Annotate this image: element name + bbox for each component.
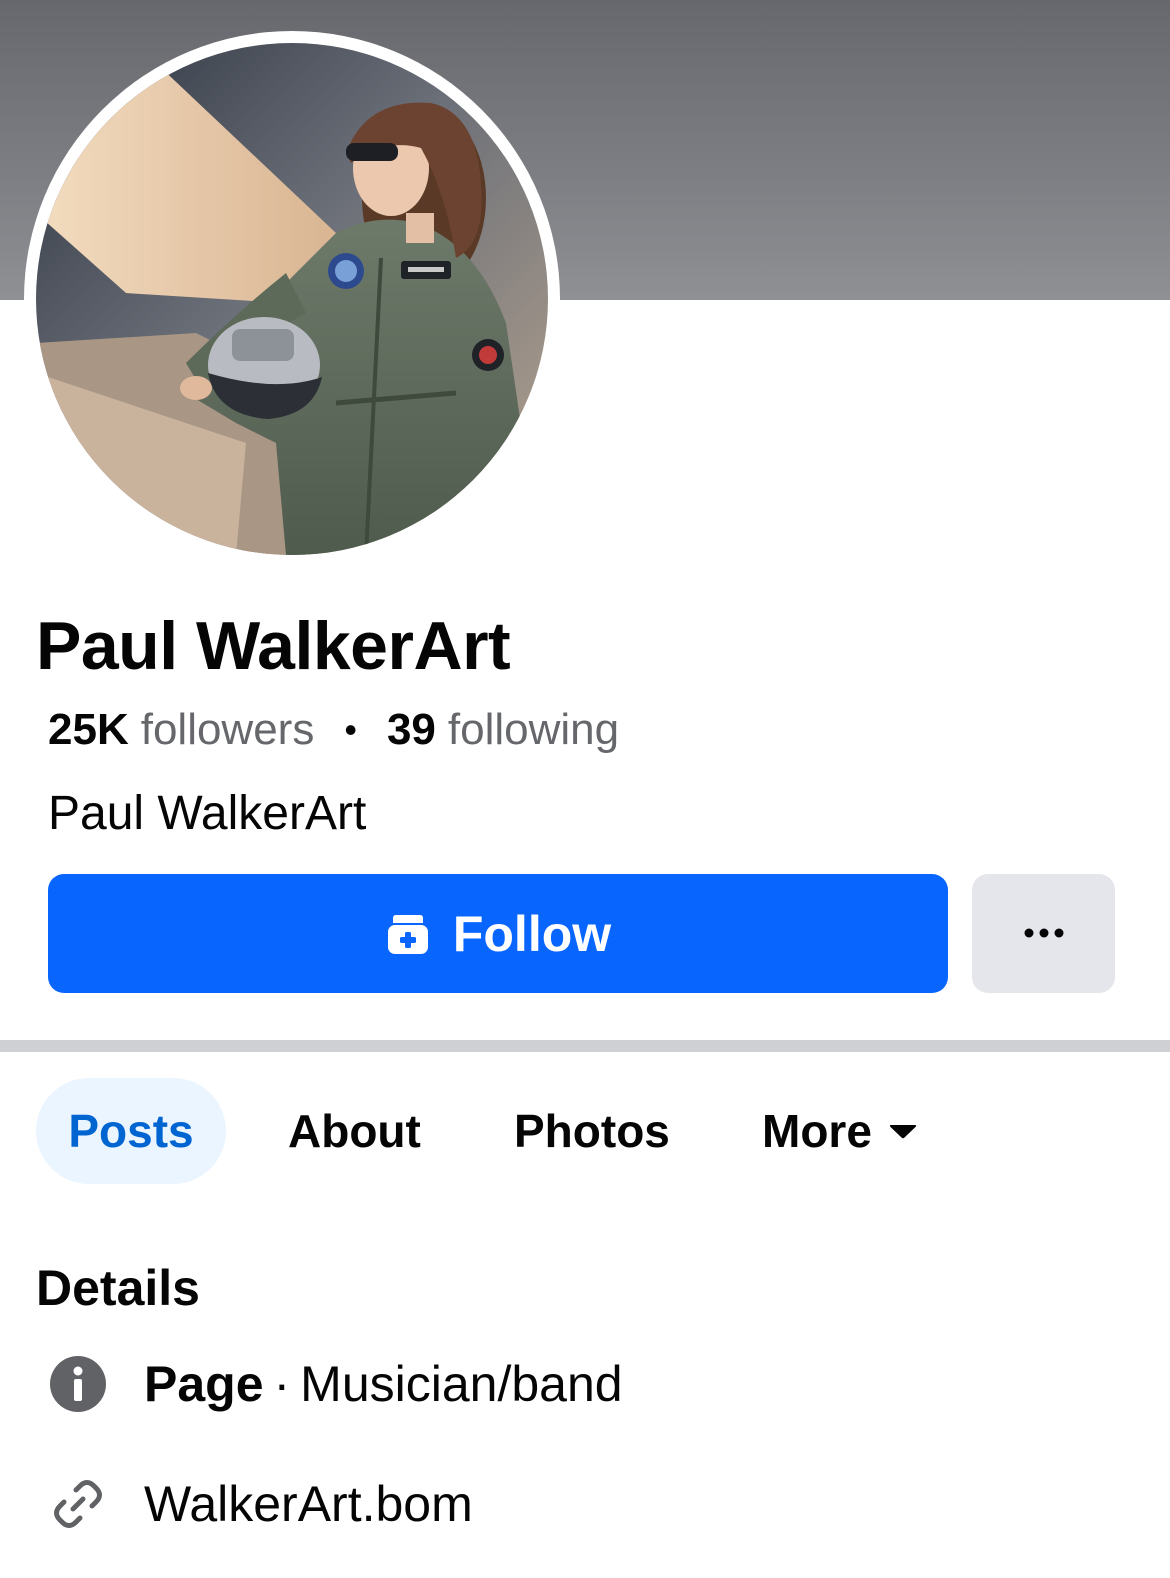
follow-button[interactable]: Follow [48, 874, 948, 993]
tab-label: Posts [68, 1105, 194, 1157]
profile-name: Paul WalkerArt [36, 608, 511, 684]
stats-separator: • [344, 709, 357, 750]
following-label[interactable]: following [448, 704, 619, 756]
tab-label: About [288, 1105, 421, 1157]
website-link[interactable]: WalkerArt.bom [144, 1475, 473, 1533]
follow-plus-icon [385, 911, 431, 957]
detail-website[interactable]: WalkerArt.bom [48, 1474, 473, 1534]
details-heading: Details [36, 1260, 200, 1316]
info-icon [48, 1354, 108, 1414]
following-count[interactable]: 39 [387, 704, 436, 756]
link-icon [48, 1474, 108, 1534]
detail-page-category: Page · Musician/band [48, 1354, 623, 1414]
avatar-image [36, 43, 548, 555]
followers-label[interactable]: followers [141, 704, 315, 756]
profile-tabs: Posts About Photos More [0, 1078, 1170, 1184]
follow-button-label: Follow [452, 905, 612, 962]
follow-stats: 25K followers • 39 following [48, 704, 619, 756]
followers-count[interactable]: 25K [48, 704, 129, 756]
tab-more[interactable]: More [762, 1078, 918, 1184]
more-options-button[interactable] [972, 874, 1115, 993]
caret-down-icon [888, 1122, 918, 1140]
tab-posts[interactable]: Posts [36, 1078, 226, 1184]
detail-page-label: Page [144, 1356, 264, 1412]
tab-label: Photos [514, 1105, 670, 1157]
tab-about[interactable]: About [288, 1078, 421, 1184]
profile-page: Paul WalkerArt 25K followers • 39 follow… [0, 0, 1170, 1578]
profile-subtitle: Paul WalkerArt [48, 787, 367, 840]
detail-separator: · [273, 1356, 291, 1412]
tab-photos[interactable]: Photos [514, 1078, 670, 1184]
detail-category: Musician/band [300, 1356, 623, 1412]
section-divider [0, 1040, 1170, 1052]
profile-avatar[interactable] [36, 43, 548, 555]
tab-label: More [762, 1105, 872, 1157]
more-dots-icon [1024, 925, 1064, 943]
